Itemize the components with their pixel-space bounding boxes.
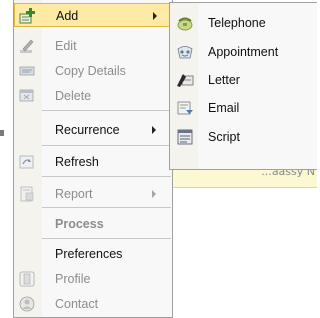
submenu-arrow-icon <box>152 190 156 198</box>
menu-item-label: Process <box>55 217 104 231</box>
contact-icon <box>18 295 36 313</box>
submenu-item-label: Appointment <box>208 45 279 59</box>
menu-item-label: Copy Details <box>55 64 126 78</box>
menu-item-report[interactable]: Report <box>14 182 172 206</box>
menu-item-delete[interactable]: Delete <box>14 84 172 108</box>
refresh-icon <box>18 153 36 171</box>
background-field: ...aassy N <box>170 165 317 188</box>
background-window-edge <box>0 130 4 136</box>
menu-item-preferences[interactable]: Preferences <box>14 242 172 266</box>
menu-item-label: Report <box>55 187 93 201</box>
submenu-item-letter[interactable]: Letter <box>170 66 316 94</box>
submenu-arrow-icon <box>153 12 157 20</box>
menu-item-label: Add <box>56 9 79 23</box>
menu-item-label: Refresh <box>55 155 99 169</box>
menu-separator <box>42 176 171 177</box>
menu-item-process[interactable]: Process <box>14 212 172 236</box>
profile-icon <box>18 270 36 288</box>
menu-item-contact[interactable]: Contact <box>14 292 172 316</box>
submenu-item-script[interactable]: Script <box>170 123 316 151</box>
menu-item-recurrence[interactable]: Recurrence <box>14 118 172 142</box>
menu-item-label: Recurrence <box>55 123 120 137</box>
menu-item-label: Delete <box>55 89 92 103</box>
menu-item-profile[interactable]: Profile <box>14 267 172 291</box>
appointment-icon <box>176 43 194 61</box>
submenu-item-telephone[interactable]: Telephone <box>170 9 316 37</box>
menu-item-copy-details[interactable]: Copy Details <box>14 59 172 83</box>
menu-item-add[interactable]: Add <box>14 3 172 27</box>
copy-details-icon <box>18 62 36 80</box>
menu-separator <box>42 238 171 239</box>
submenu-item-appointment[interactable]: Appointment <box>170 38 316 66</box>
telephone-icon <box>176 14 194 32</box>
submenu-arrow-icon <box>152 126 156 134</box>
menu-item-label: Profile <box>55 272 91 286</box>
add-record-icon <box>19 7 37 25</box>
submenu-item-label: Script <box>208 130 240 144</box>
context-menu: Add Edit Copy Details Delete Recurrence … <box>13 0 173 318</box>
menu-item-label: Edit <box>55 39 77 53</box>
edit-pencil-icon <box>18 37 36 55</box>
add-submenu: Telephone Appointment Letter Email Scrip… <box>169 2 317 170</box>
menu-item-label: Preferences <box>55 247 123 261</box>
menu-item-label: Contact <box>55 297 99 311</box>
submenu-item-label: Email <box>208 101 240 115</box>
delete-icon <box>18 87 36 105</box>
email-icon <box>176 99 194 117</box>
menu-item-edit[interactable]: Edit <box>14 34 172 58</box>
submenu-item-label: Telephone <box>208 16 266 30</box>
menu-separator <box>42 110 171 111</box>
letter-icon <box>176 71 194 89</box>
menu-separator <box>42 145 171 146</box>
submenu-item-label: Letter <box>208 73 240 87</box>
script-icon <box>176 128 194 146</box>
menu-separator <box>42 207 171 208</box>
submenu-item-email[interactable]: Email <box>170 94 316 122</box>
menu-item-refresh[interactable]: Refresh <box>14 150 172 174</box>
report-icon <box>18 185 36 203</box>
